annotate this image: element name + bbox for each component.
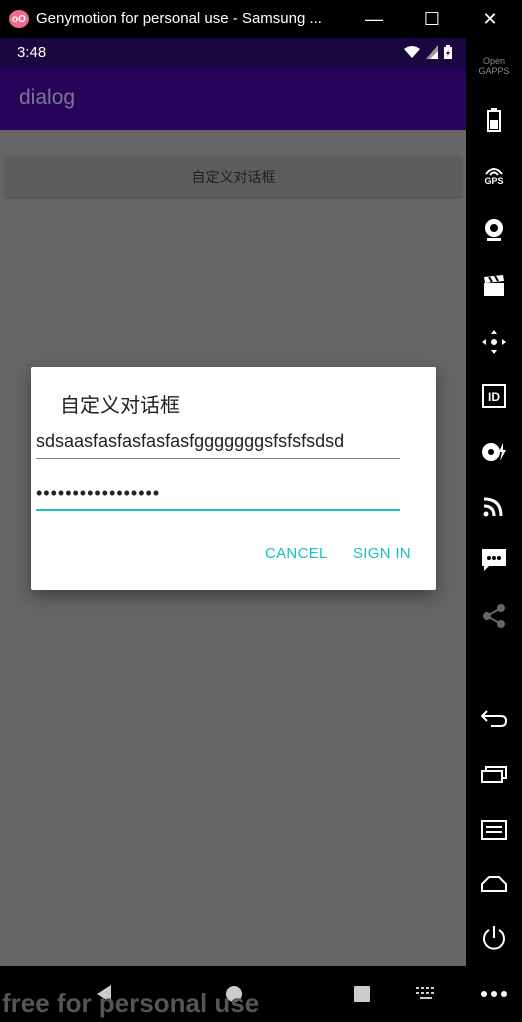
login-dialog: 自定义对话框 sdsaasfasfasfasfasfgggggggsfsfsfs…: [31, 367, 436, 590]
battery-icon[interactable]: [478, 104, 510, 136]
password-input[interactable]: •••••••••••••••••: [36, 479, 400, 511]
gps-label: GPS: [484, 176, 504, 186]
sms-icon[interactable]: [478, 544, 510, 576]
device-id-icon[interactable]: ID: [478, 380, 510, 412]
username-input[interactable]: sdsaasfasfasfasfasfgggggggsfsfsfsdsd: [36, 427, 400, 459]
gps-icon[interactable]: GPS: [478, 160, 510, 192]
webcam-icon[interactable]: [478, 214, 510, 246]
opengapps-label[interactable]: Open GAPPS: [474, 56, 514, 76]
window-titlebar: oO Genymotion for personal use - Samsung…: [0, 0, 522, 38]
app-title: dialog: [19, 86, 76, 109]
app-bar: dialog: [0, 68, 466, 130]
id-label: ID: [488, 390, 500, 404]
recent-apps-icon[interactable]: [478, 758, 510, 790]
wifi-icon: [404, 46, 420, 58]
status-bar: 3:48: [0, 38, 466, 68]
keyboard-icon[interactable]: [414, 982, 438, 1006]
recents-icon[interactable]: [350, 982, 374, 1006]
status-icons: [404, 45, 452, 59]
minimize-button[interactable]: —: [354, 0, 394, 38]
cast-icon[interactable]: [478, 490, 510, 522]
menu-icon[interactable]: [478, 814, 510, 846]
maximize-button[interactable]: ☐: [412, 0, 452, 38]
power-icon[interactable]: [478, 922, 510, 954]
dpad-icon[interactable]: [478, 326, 510, 358]
genymotion-logo-icon: oO: [9, 10, 29, 28]
cancel-button[interactable]: CANCEL: [265, 545, 328, 562]
back-icon[interactable]: [478, 702, 510, 734]
home-icon[interactable]: [478, 868, 510, 900]
dialog-title: 自定义对话框: [60, 395, 180, 417]
more-icon[interactable]: [478, 978, 510, 1010]
window-title: Genymotion for personal use - Samsung ..…: [36, 10, 322, 27]
open-dialog-button[interactable]: 自定义对话框: [5, 157, 462, 197]
disk-io-icon[interactable]: [478, 436, 510, 468]
status-time: 3:48: [17, 44, 47, 61]
watermark: free for personal use: [2, 988, 260, 1018]
video-capture-icon[interactable]: [478, 270, 510, 302]
close-button[interactable]: ✕: [470, 0, 510, 38]
sign-in-button[interactable]: SIGN IN: [353, 545, 411, 562]
battery-icon: [444, 45, 452, 59]
genymotion-toolbar: Open GAPPS GPS ID: [466, 38, 522, 1022]
signal-icon: [426, 45, 438, 59]
share-icon[interactable]: [478, 600, 510, 632]
